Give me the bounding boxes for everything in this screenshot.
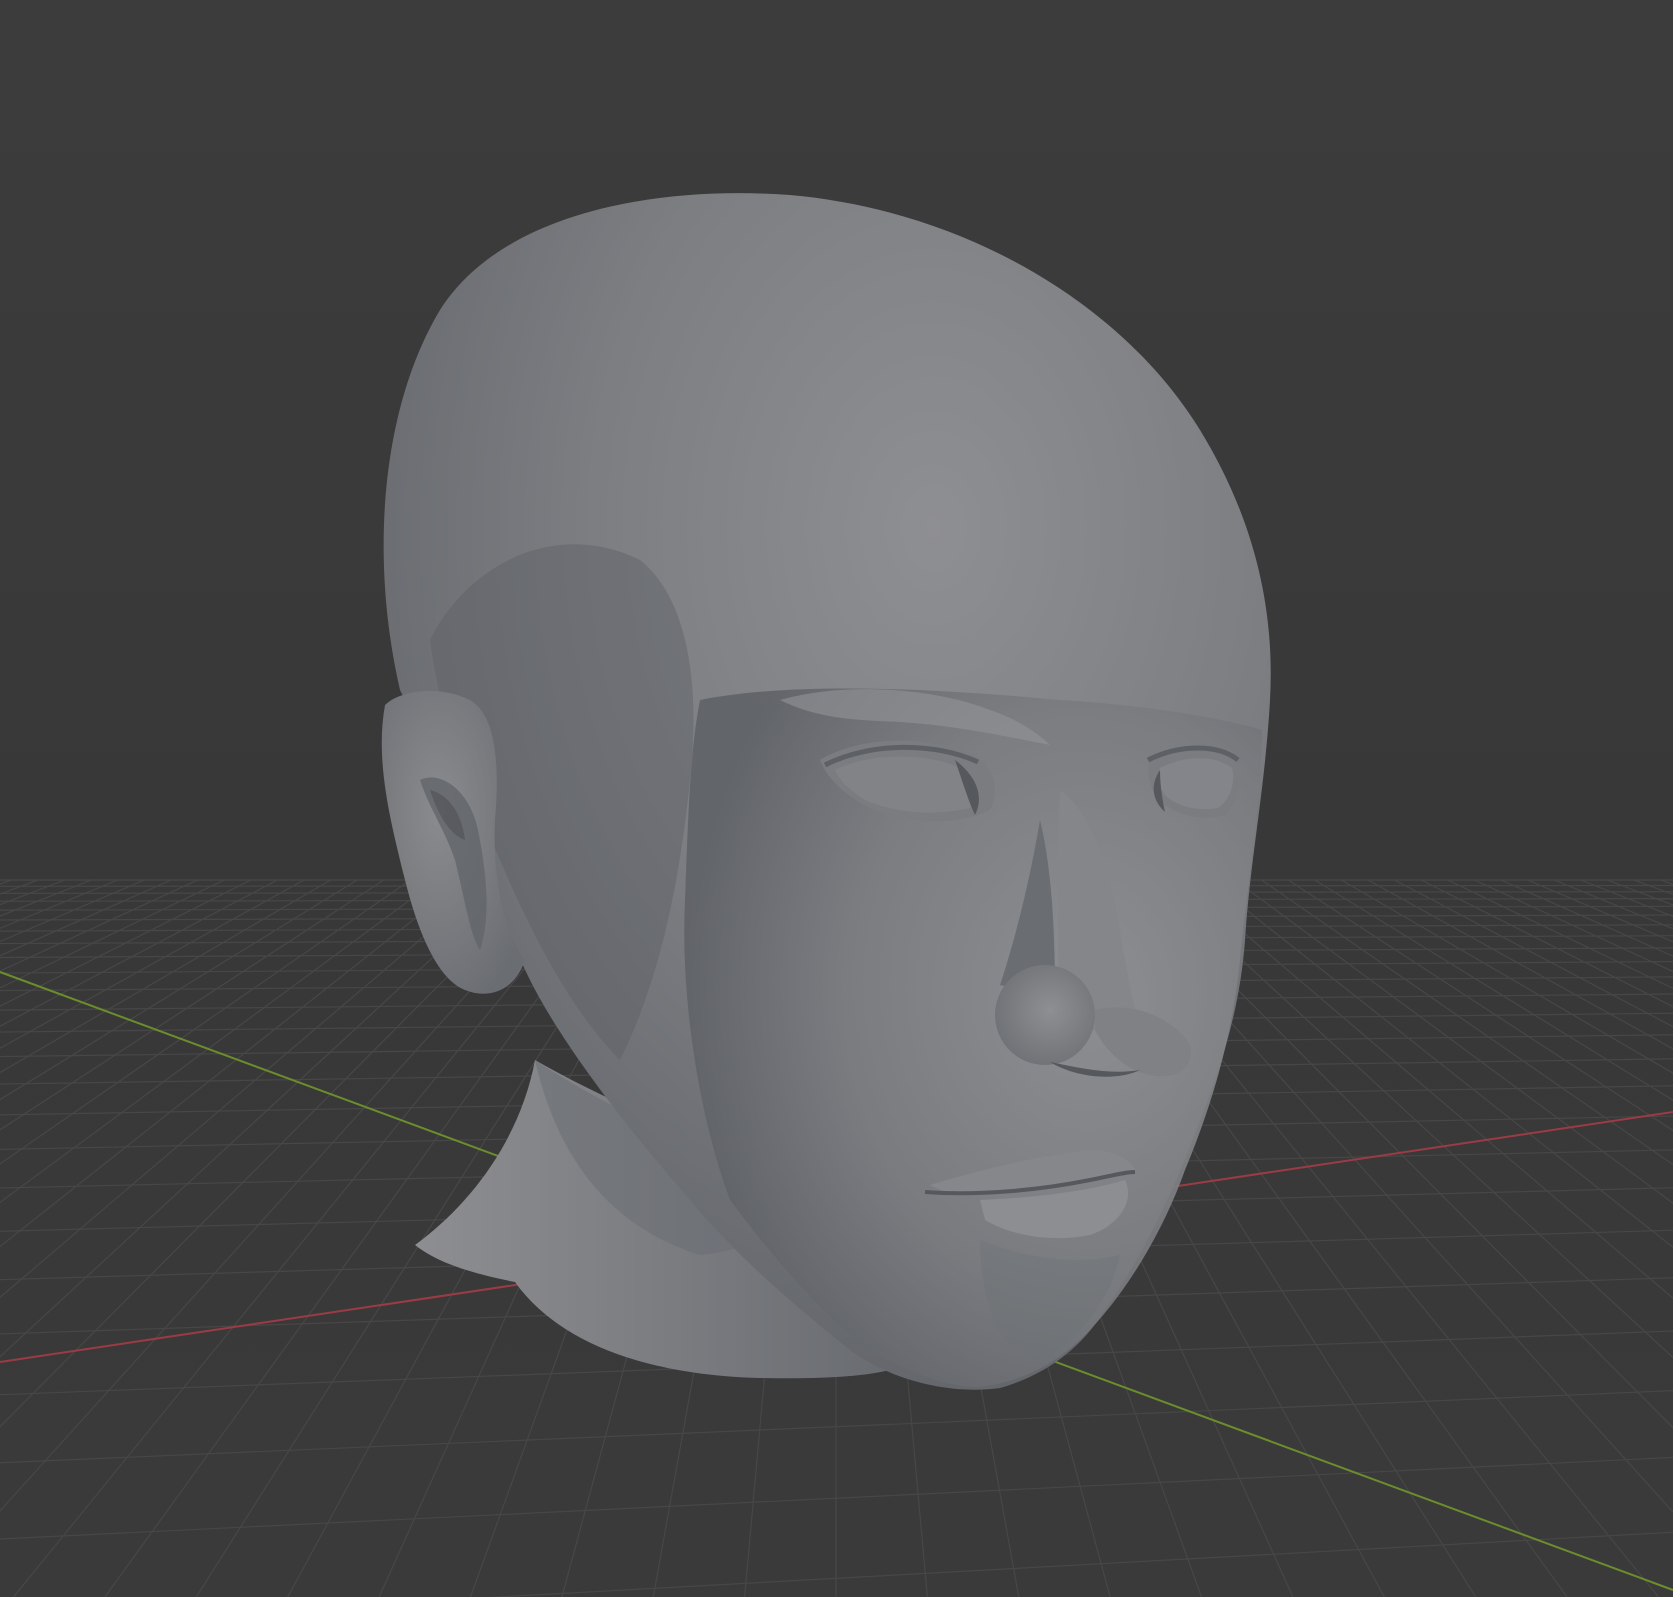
- head-mesh[interactable]: [381, 193, 1271, 1390]
- viewport-canvas[interactable]: [0, 0, 1673, 1597]
- 3d-viewport[interactable]: [0, 0, 1673, 1597]
- nose-tip: [995, 965, 1095, 1065]
